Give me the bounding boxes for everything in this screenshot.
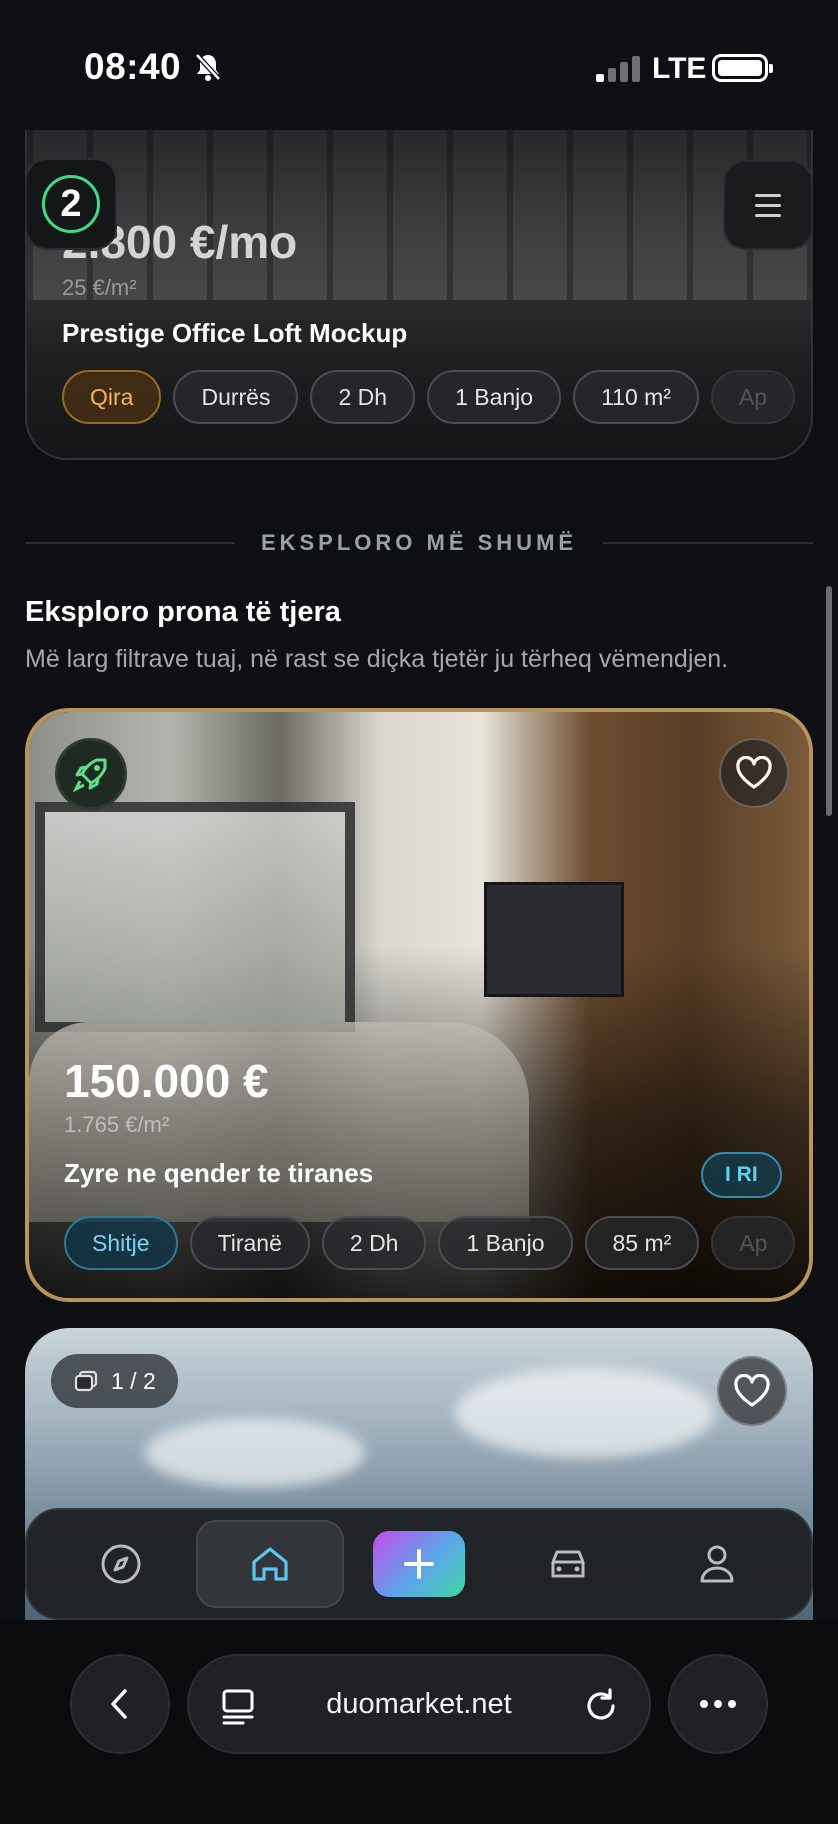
- chip-type: Qira: [62, 370, 162, 424]
- home-icon: [252, 1547, 288, 1581]
- listing-price-per-m2: 1.765 €/m²: [64, 1112, 170, 1137]
- nav-explore[interactable]: [47, 1520, 195, 1608]
- listing-price: 150.000 €: [64, 1055, 269, 1107]
- chip-rooms: 2 Dh: [321, 1216, 427, 1270]
- back-button[interactable]: [70, 1654, 170, 1754]
- status-bar: 08:40 LTE: [0, 0, 838, 130]
- section-title: Eksploro prona të tjera: [25, 596, 341, 628]
- plus-icon: [403, 1549, 434, 1579]
- heart-icon: [734, 1374, 770, 1407]
- chip-rooms: 2 Dh: [310, 370, 416, 424]
- scrollbar[interactable]: [826, 586, 832, 816]
- browser-toolbar: duomarket.net: [0, 1620, 838, 1824]
- listing-chips: Shitje Tiranë 2 Dh 1 Banjo 85 m² Ap: [64, 1216, 796, 1270]
- logo-button[interactable]: 2: [25, 158, 117, 250]
- chip-city: Tiranë: [189, 1216, 310, 1270]
- battery-icon: [712, 54, 773, 82]
- chip-more: Ap: [710, 370, 796, 424]
- logo-icon: 2: [42, 175, 100, 233]
- car-icon: [551, 1550, 585, 1578]
- network-type: LTE: [652, 52, 707, 85]
- chip-more: Ap: [711, 1216, 796, 1270]
- favorite-button[interactable]: [717, 1356, 787, 1426]
- chip-area: 110 m²: [573, 370, 699, 424]
- chevron-left-icon: [111, 1689, 127, 1719]
- photo-counter-text: 1 / 2: [111, 1367, 156, 1394]
- listing-chips: Qira Durrës 2 Dh 1 Banjo 110 m² Ap: [62, 370, 796, 424]
- favorite-button[interactable]: [719, 738, 789, 808]
- menu-button[interactable]: [723, 160, 813, 250]
- more-icon: [700, 1700, 736, 1708]
- reload-icon: [587, 1688, 615, 1720]
- divider-label: EKSPLORO MË SHUMË: [260, 530, 578, 555]
- photo-counter: 1 / 2: [51, 1354, 178, 1408]
- section-divider: EKSPLORO MË SHUMË: [25, 528, 814, 558]
- section-subtitle: Më larg filtrave tuaj, në rast se diçka …: [25, 645, 729, 673]
- bell-muted-icon: [194, 52, 222, 87]
- more-button[interactable]: [668, 1654, 768, 1754]
- listing-title: Prestige Office Loft Mockup: [62, 318, 408, 348]
- signal-icon: [596, 56, 640, 82]
- nav-profile[interactable]: [643, 1520, 791, 1608]
- chip-area: 85 m²: [584, 1216, 700, 1270]
- url-text: duomarket.net: [326, 1688, 512, 1720]
- chip-baths: 1 Banjo: [438, 1216, 573, 1270]
- user-icon: [700, 1545, 734, 1583]
- listing-card-featured[interactable]: 150.000 € 1.765 €/m² Zyre ne qender te t…: [25, 708, 813, 1302]
- new-badge: I RI: [701, 1152, 782, 1198]
- address-bar[interactable]: duomarket.net: [187, 1654, 651, 1754]
- gallery-icon: [74, 1370, 98, 1392]
- listing-card-top[interactable]: 2.800 €/mo 25 €/m² Prestige Office Loft …: [25, 100, 813, 460]
- nav-cars[interactable]: [494, 1520, 642, 1608]
- nav-home[interactable]: [196, 1520, 345, 1608]
- chip-baths: 1 Banjo: [427, 370, 562, 424]
- chip-city: Durrës: [173, 370, 299, 424]
- rocket-icon: [55, 738, 127, 810]
- chip-type: Shitje: [64, 1216, 178, 1270]
- heart-icon: [736, 756, 772, 789]
- bottom-nav: [25, 1508, 813, 1620]
- listing-photo: [27, 100, 811, 300]
- nav-add[interactable]: [345, 1520, 493, 1608]
- status-time: 08:40: [84, 46, 182, 87]
- compass-icon: [101, 1544, 141, 1584]
- listing-title: Zyre ne qender te tiranes: [64, 1158, 374, 1188]
- add-listing-button[interactable]: [372, 1531, 465, 1597]
- listing-price-per-m2: 25 €/m²: [62, 275, 137, 300]
